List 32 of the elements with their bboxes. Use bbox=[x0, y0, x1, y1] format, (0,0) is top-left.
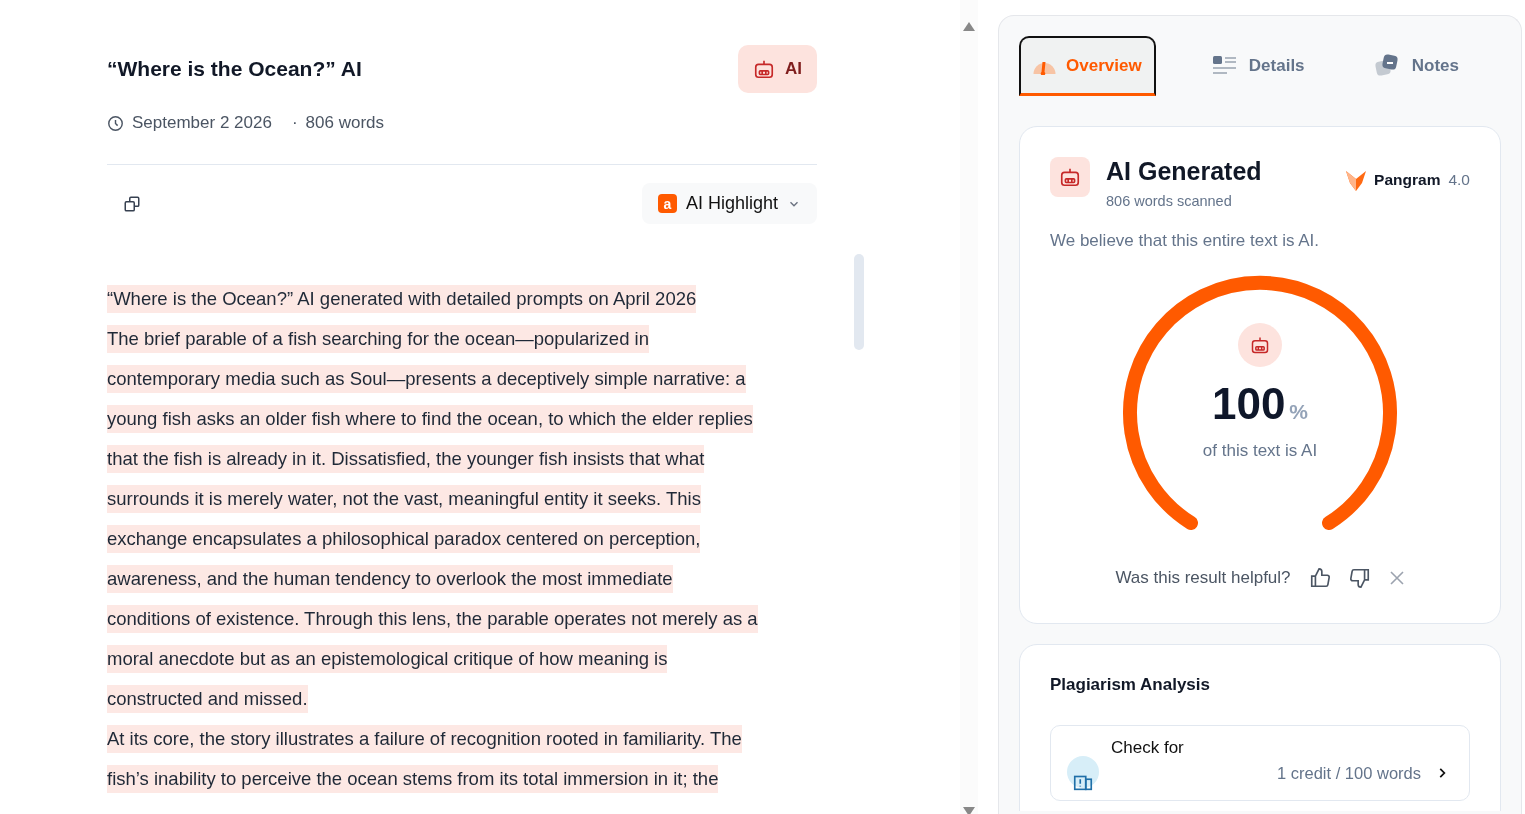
model-version: 4.0 bbox=[1448, 171, 1470, 189]
close-icon[interactable] bbox=[1388, 570, 1405, 586]
clock-icon bbox=[107, 114, 124, 132]
words-scanned: 806 words scanned bbox=[1106, 193, 1233, 209]
thumbs-down-icon[interactable] bbox=[1348, 567, 1371, 589]
model-name: Pangram bbox=[1374, 171, 1441, 189]
tab[interactable]: Overview bbox=[1019, 36, 1156, 96]
robot-icon bbox=[1238, 323, 1282, 367]
score-value: 100 bbox=[1211, 379, 1286, 429]
ai-highlight-dropdown[interactable]: a AI Highlight bbox=[641, 183, 817, 224]
plagiarism-check-button[interactable]: Check for 1 credit / 100 words bbox=[1050, 725, 1470, 801]
robot-icon bbox=[753, 58, 775, 80]
result-title: AI Generated bbox=[1106, 157, 1263, 186]
scroll-down-icon[interactable] bbox=[963, 807, 975, 814]
document-title: “Where is the Ocean?” AI bbox=[107, 57, 362, 81]
copy-icon[interactable] bbox=[123, 194, 141, 213]
scrollbar-thumb[interactable] bbox=[854, 254, 864, 350]
thumbs-up-icon[interactable] bbox=[1308, 567, 1331, 589]
word-count: 806 words bbox=[305, 113, 384, 133]
separator-dot: · bbox=[291, 113, 298, 133]
document-date: September 2 2026 bbox=[132, 113, 272, 133]
robot-icon bbox=[1050, 157, 1090, 197]
section-title: Plagiarism Analysis bbox=[1050, 675, 1211, 695]
result-summary: We believe that this entire text is AI. bbox=[1050, 231, 1320, 251]
fox-logo-icon bbox=[1346, 169, 1367, 191]
tab[interactable]: Details bbox=[1196, 36, 1319, 96]
score-caption: of this text is AI bbox=[1202, 441, 1318, 461]
feedback-question: Was this result helpful? bbox=[1115, 568, 1291, 588]
badge-label: AI bbox=[785, 59, 802, 79]
scroll-up-icon[interactable] bbox=[963, 22, 975, 31]
tab[interactable]: Notes bbox=[1359, 36, 1473, 96]
percent-sign: % bbox=[1289, 400, 1309, 424]
